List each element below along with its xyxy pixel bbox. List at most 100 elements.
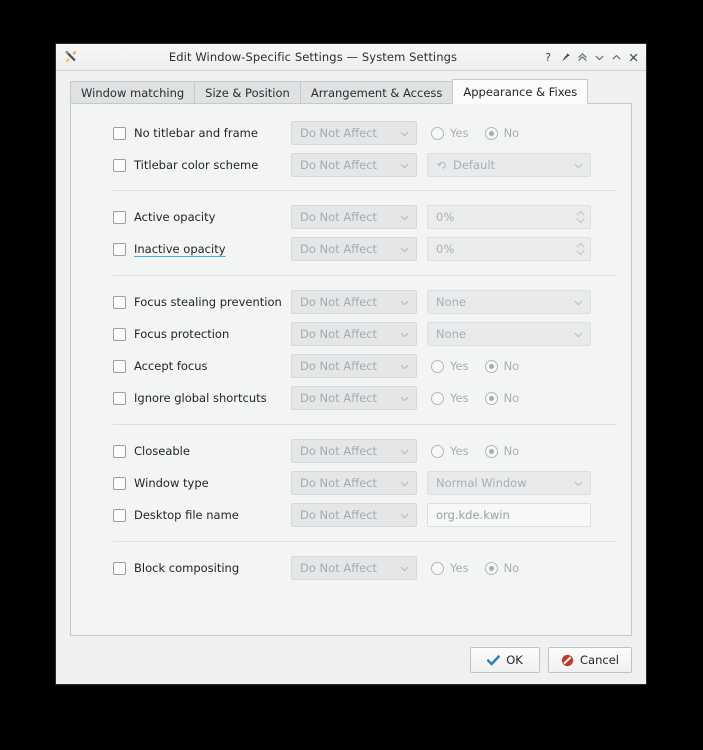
closeable-checkbox-cell[interactable]: Closeable [113, 444, 291, 458]
inactive-opacity-checkbox-cell[interactable]: Inactive opacity [113, 242, 291, 256]
no-titlebar-and-frame-radio-yes[interactable]: Yes [431, 126, 469, 140]
accept-focus-value-cell: Yes No [427, 354, 519, 378]
inactive-opacity-checkbox[interactable] [113, 242, 126, 256]
active-opacity-checkbox-cell[interactable]: Active opacity [113, 210, 291, 224]
focus-stealing-prevention-value: None [436, 295, 467, 309]
no-titlebar-and-frame-affect-combo[interactable]: Do Not Affect [291, 121, 417, 145]
tab-size-position[interactable]: Size & Position [194, 81, 301, 104]
help-button[interactable]: ? [541, 48, 555, 66]
focus-stealing-prevention-combo[interactable]: None [427, 290, 591, 314]
cancel-button[interactable]: Cancel [548, 647, 632, 673]
row-accept-focus: Accept focus Do Not Affect Yes No [71, 353, 631, 379]
closeable-radio-yes[interactable]: Yes [431, 444, 469, 458]
desktop-file-name-affect-combo[interactable]: Do Not Affect [291, 503, 417, 527]
window-titlebar[interactable]: Edit Window-Specific Settings — System S… [56, 44, 646, 71]
titlebar-buttons: ? [541, 44, 640, 70]
tab-appearance-fixes[interactable]: Appearance & Fixes [452, 79, 589, 104]
radio-no-label: No [503, 561, 520, 575]
active-opacity-label: Active opacity [134, 210, 216, 224]
inactive-opacity-spinbox[interactable]: 0% [427, 237, 591, 261]
accept-focus-checkbox-cell[interactable]: Accept focus [113, 359, 291, 373]
configure-tools-icon [63, 49, 79, 65]
tab-arrangement-access[interactable]: Arrangement & Access [299, 81, 454, 104]
ignore-global-shortcuts-radio-no[interactable]: No [484, 391, 519, 405]
tab-window-matching[interactable]: Window matching [70, 81, 196, 104]
focus-stealing-prevention-checkbox-cell[interactable]: Focus stealing prevention [113, 295, 291, 309]
active-opacity-spinbox[interactable]: 0% [427, 205, 591, 229]
inactive-opacity-affect-combo[interactable]: Do Not Affect [291, 237, 417, 261]
focus-stealing-prevention-checkbox[interactable] [113, 295, 126, 309]
window-type-affect-value: Do Not Affect [300, 476, 378, 490]
no-titlebar-and-frame-checkbox-cell[interactable]: No titlebar and frame [113, 126, 291, 140]
keep-above-pin-button[interactable] [558, 48, 572, 66]
window-type-checkbox[interactable] [113, 476, 126, 490]
chevron-down-icon [400, 210, 409, 224]
accept-focus-checkbox[interactable] [113, 359, 126, 373]
minimize-button[interactable] [592, 48, 606, 66]
desktop-file-name-checkbox[interactable] [113, 508, 126, 522]
window-type-checkbox-cell[interactable]: Window type [113, 476, 291, 490]
focus-protection-affect-combo[interactable]: Do Not Affect [291, 322, 417, 346]
radio-yes-label: Yes [450, 391, 469, 405]
row-desktop-file-name: Desktop file name Do Not Affect org.kde.… [71, 502, 631, 528]
desktop-file-name-input[interactable]: org.kde.kwin [427, 503, 591, 527]
chevron-down-icon [400, 295, 409, 309]
accept-focus-radio-no[interactable]: No [484, 359, 519, 373]
accept-focus-radio-yes[interactable]: Yes [431, 359, 469, 373]
ignore-global-shortcuts-affect-combo[interactable]: Do Not Affect [291, 386, 417, 410]
focus-protection-checkbox-cell[interactable]: Focus protection [113, 327, 291, 341]
row-no-titlebar-and-frame: No titlebar and frame Do Not Affect Yes [71, 120, 631, 146]
titlebar-color-scheme-combo[interactable]: Default [427, 153, 591, 177]
ignore-global-shortcuts-affect-value: Do Not Affect [300, 391, 378, 405]
ignore-global-shortcuts-radio-yes[interactable]: Yes [431, 391, 469, 405]
accept-focus-radio-group: Yes No [427, 354, 519, 378]
window-type-affect-combo[interactable]: Do Not Affect [291, 471, 417, 495]
block-compositing-radio-no[interactable]: No [484, 561, 520, 575]
closeable-radio-no[interactable]: No [484, 444, 519, 458]
no-titlebar-and-frame-checkbox[interactable] [113, 126, 126, 140]
chevron-down-icon [594, 55, 604, 60]
titlebar-color-scheme-affect-combo[interactable]: Do Not Affect [291, 153, 417, 177]
closeable-checkbox[interactable] [113, 444, 126, 458]
shade-button[interactable] [575, 48, 589, 66]
maximize-button[interactable] [609, 48, 623, 66]
question-mark-icon: ? [545, 50, 551, 64]
radio-no-indicator [484, 126, 498, 140]
no-titlebar-and-frame-radio-no[interactable]: No [484, 126, 519, 140]
focus-stealing-prevention-affect-combo[interactable]: Do Not Affect [291, 290, 417, 314]
ok-button[interactable]: OK [470, 647, 541, 673]
block-compositing-radio-yes[interactable]: Yes [431, 561, 469, 575]
titlebar-color-scheme-checkbox-cell[interactable]: Titlebar color scheme [113, 158, 291, 172]
desktop-file-name-checkbox-cell[interactable]: Desktop file name [113, 508, 291, 522]
titlebar-color-scheme-checkbox[interactable] [113, 158, 126, 172]
spinner-arrows[interactable] [576, 210, 585, 224]
active-opacity-value-cell: 0% [427, 205, 591, 229]
chevron-up-icon [611, 54, 621, 60]
focus-stealing-prevention-affect-value: Do Not Affect [300, 295, 378, 309]
chevron-down-icon [400, 327, 409, 341]
titlebar-color-scheme-label: Titlebar color scheme [134, 158, 259, 172]
block-compositing-checkbox-cell[interactable]: Block compositing [113, 561, 291, 575]
active-opacity-affect-combo[interactable]: Do Not Affect [291, 205, 417, 229]
chevron-up-icon [576, 210, 585, 216]
chevron-down-icon [400, 242, 409, 256]
focus-protection-value-cell: None [427, 322, 591, 346]
row-focus-stealing-prevention: Focus stealing prevention Do Not Affect … [71, 289, 631, 315]
closeable-affect-combo[interactable]: Do Not Affect [291, 439, 417, 463]
radio-no-indicator [484, 561, 498, 575]
titlebar-color-scheme-value-cell: Default [427, 153, 591, 177]
spinner-arrows[interactable] [576, 242, 585, 256]
ignore-global-shortcuts-checkbox[interactable] [113, 391, 126, 405]
radio-yes-label: Yes [450, 444, 469, 458]
ignore-global-shortcuts-checkbox-cell[interactable]: Ignore global shortcuts [113, 391, 291, 405]
focus-stealing-prevention-label: Focus stealing prevention [134, 295, 282, 309]
focus-protection-checkbox[interactable] [113, 327, 126, 341]
chevron-down-icon [574, 158, 583, 172]
active-opacity-checkbox[interactable] [113, 210, 126, 224]
window-type-combo[interactable]: Normal Window [427, 471, 591, 495]
close-button[interactable] [626, 48, 640, 66]
focus-protection-combo[interactable]: None [427, 322, 591, 346]
accept-focus-affect-combo[interactable]: Do Not Affect [291, 354, 417, 378]
block-compositing-affect-combo[interactable]: Do Not Affect [291, 556, 417, 580]
block-compositing-checkbox[interactable] [113, 561, 126, 575]
